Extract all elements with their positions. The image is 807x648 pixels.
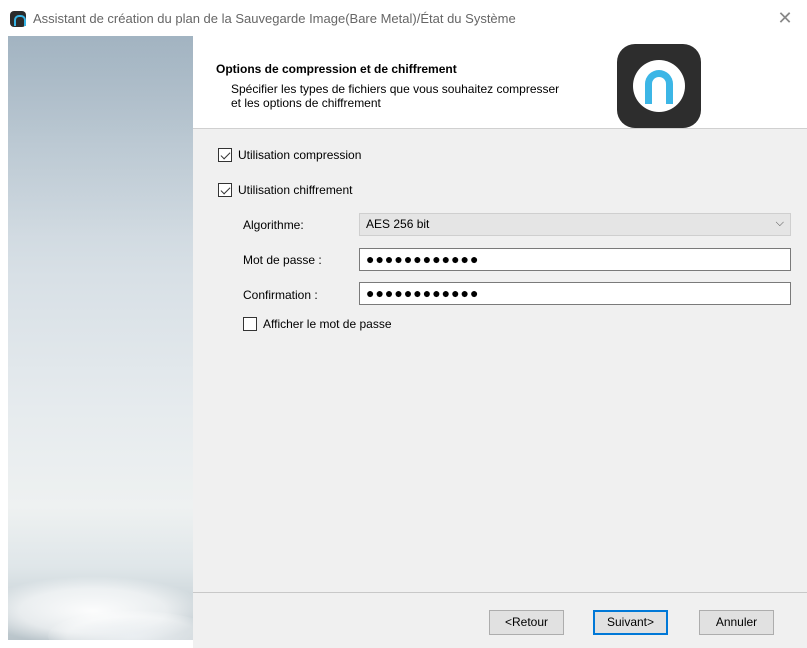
logo-letter [645,70,673,104]
wizard-header: Options de compression et de chiffrement… [193,36,807,129]
encryption-option[interactable]: Utilisation chiffrement [218,183,353,197]
chevron-down-icon[interactable]: ⌵ [776,217,784,230]
show-password-option[interactable]: Afficher le mot de passe [243,317,392,331]
app-logo-icon [10,11,26,27]
close-icon[interactable]: ✕ [775,8,795,28]
back-button[interactable]: <Retour [489,610,564,635]
compression-option[interactable]: Utilisation compression [218,148,361,162]
wizard-footer: <Retour Suivant> Annuler [193,592,807,648]
encryption-checkbox[interactable] [218,183,232,197]
password-label: Mot de passe : [243,253,322,267]
sky-haze [8,36,193,236]
wizard-side-image [8,36,193,640]
confirmation-field[interactable]: ●●●●●●●●●●●● [359,282,791,305]
algorithm-select[interactable]: AES 256 bit ⌵ [359,213,791,236]
cancel-button[interactable]: Annuler [699,610,774,635]
next-button[interactable]: Suivant> [593,610,668,635]
title-bar: Assistant de création du plan de la Sauv… [0,0,807,36]
show-password-checkbox[interactable] [243,317,257,331]
window-title: Assistant de création du plan de la Sauv… [33,11,516,26]
password-field[interactable]: ●●●●●●●●●●●● [359,248,791,271]
encryption-label: Utilisation chiffrement [238,183,353,197]
product-logo-icon [617,44,701,128]
page-description: Spécifier les types de fichiers que vous… [231,82,560,110]
algorithm-label: Algorithme: [243,218,304,232]
page-title: Options de compression et de chiffrement [216,62,457,76]
wizard-content: Utilisation compression Utilisation chif… [193,129,807,592]
algorithm-value: AES 256 bit [366,217,430,231]
confirmation-label: Confirmation : [243,288,318,302]
compression-checkbox[interactable] [218,148,232,162]
show-password-label: Afficher le mot de passe [263,317,392,331]
compression-label: Utilisation compression [238,148,362,162]
